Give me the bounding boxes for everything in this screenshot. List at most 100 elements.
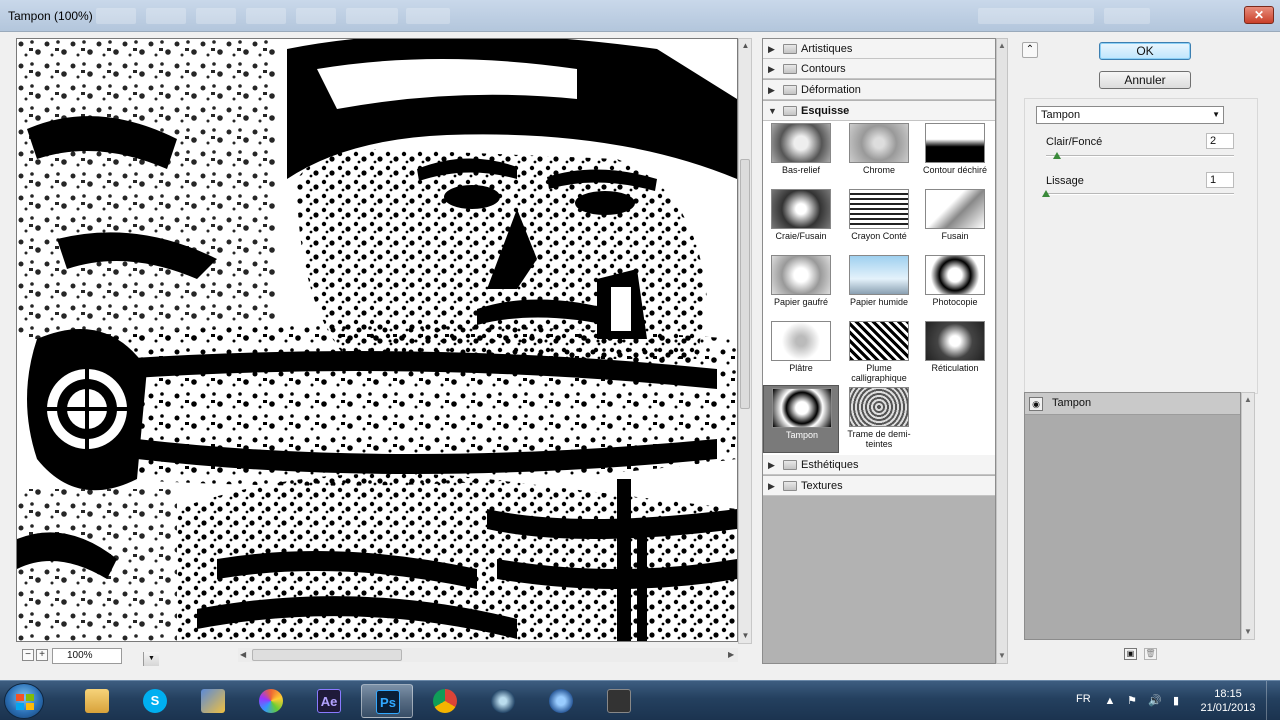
menu-ghost xyxy=(346,8,398,24)
scroll-left-arrow-icon[interactable]: ◀ xyxy=(240,650,246,659)
folder-artistiques[interactable]: ▶ Artistiques xyxy=(763,39,995,59)
filter-trame-demi-teintes[interactable]: Trame de demi-teintes xyxy=(841,385,917,451)
filter-craie-fusain[interactable]: Craie/Fusain xyxy=(763,187,839,253)
thumbnail xyxy=(849,387,909,427)
filter-tree-scrollbar[interactable]: ▲ ▼ xyxy=(996,38,1008,664)
zoom-dropdown-icon[interactable]: ▼ xyxy=(143,652,159,666)
filter-label: Contour déchiré xyxy=(922,165,988,175)
filter-photocopie[interactable]: Photocopie xyxy=(917,253,993,319)
filter-fusain[interactable]: Fusain xyxy=(917,187,993,253)
filter-reticulation[interactable]: Réticulation xyxy=(917,319,993,385)
param-input-lissage[interactable]: 1 xyxy=(1206,172,1234,188)
new-effect-layer-icon[interactable]: ▣ xyxy=(1124,648,1137,660)
filter-contour-dechire[interactable]: Contour déchiré xyxy=(917,121,993,187)
taskbar-media-player[interactable] xyxy=(477,684,529,718)
thumbnail xyxy=(849,189,909,229)
network-icon[interactable]: ▮ xyxy=(1170,695,1182,707)
filter-papier-humide[interactable]: Papier humide xyxy=(841,253,917,319)
expand-triangle-icon[interactable]: ▶ xyxy=(768,64,775,75)
folder-esquisse[interactable]: ▼ Esquisse xyxy=(763,101,995,121)
start-button[interactable] xyxy=(4,683,44,719)
clock[interactable]: 18:15 21/01/2013 xyxy=(1196,687,1260,715)
taskbar-skype[interactable]: S xyxy=(129,684,181,718)
scroll-thumb[interactable] xyxy=(740,159,750,409)
image-preview[interactable] xyxy=(16,38,738,642)
folder-icon xyxy=(783,85,797,95)
filter-thumbnails: Bas-relief Chrome Contour déchiré Craie/… xyxy=(763,121,995,469)
collapse-gallery-button[interactable]: ⌃ xyxy=(1022,42,1038,58)
thumbnail xyxy=(925,189,985,229)
collapse-triangle-icon[interactable]: ▼ xyxy=(768,106,777,116)
show-desktop-button[interactable] xyxy=(1266,681,1280,720)
slider-lissage-handle[interactable] xyxy=(1042,190,1050,197)
filter-platre[interactable]: Plâtre xyxy=(763,319,839,385)
scroll-right-arrow-icon[interactable]: ▶ xyxy=(728,650,734,659)
taskbar-photoshop[interactable]: Ps xyxy=(361,684,413,718)
cancel-button[interactable]: Annuler xyxy=(1099,71,1191,89)
scroll-up-arrow-icon[interactable]: ▲ xyxy=(741,41,750,50)
menu-ghost xyxy=(296,8,336,24)
filter-select[interactable]: Tampon ▼ xyxy=(1036,106,1224,124)
expand-triangle-icon[interactable]: ▶ xyxy=(768,481,775,492)
taskbar-settings[interactable] xyxy=(535,684,587,718)
delete-effect-layer-icon[interactable]: 🗑 xyxy=(1144,648,1157,660)
filter-bas-relief[interactable]: Bas-relief xyxy=(763,121,839,187)
picasa-icon xyxy=(259,689,283,713)
filter-label: Photocopie xyxy=(932,297,978,307)
expand-triangle-icon[interactable]: ▶ xyxy=(768,85,775,96)
taskbar-video-app[interactable] xyxy=(593,684,645,718)
taskbar-chrome[interactable] xyxy=(419,684,471,718)
scroll-down-arrow-icon[interactable]: ▼ xyxy=(998,651,1006,660)
clock-time: 18:15 xyxy=(1214,688,1242,700)
filter-papier-gaufre[interactable]: Papier gaufré xyxy=(763,253,839,319)
folder-contours[interactable]: ▶ Contours xyxy=(763,59,995,79)
folder-label: Contours xyxy=(801,63,846,75)
param-input-clair-fonce[interactable]: 2 xyxy=(1206,133,1234,149)
title-bar: Tampon (100%) ✕ xyxy=(0,0,1280,32)
folder-label: Artistiques xyxy=(801,43,853,55)
scroll-up-arrow-icon[interactable]: ▲ xyxy=(1244,395,1252,404)
scroll-down-arrow-icon[interactable]: ▼ xyxy=(1244,627,1252,636)
scroll-up-arrow-icon[interactable]: ▲ xyxy=(998,41,1006,50)
filter-tampon[interactable]: Tampon xyxy=(763,385,839,453)
preview-vertical-scrollbar[interactable]: ▲ ▼ xyxy=(738,38,752,644)
action-center-icon[interactable]: ⚑ xyxy=(1126,695,1138,707)
param-label-clair-fonce: Clair/Foncé xyxy=(1046,136,1103,148)
filter-chrome[interactable]: Chrome xyxy=(841,121,917,187)
filter-label: Craie/Fusain xyxy=(775,231,827,241)
language-indicator[interactable]: FR xyxy=(1076,693,1091,705)
slider-clair-fonce-handle[interactable] xyxy=(1053,152,1062,159)
filter-plume-calligraphique[interactable]: Plume calligraphique xyxy=(841,319,917,385)
thumbnail xyxy=(849,255,909,295)
zoom-field[interactable]: 100% ▼ xyxy=(52,648,159,666)
close-button[interactable]: ✕ xyxy=(1244,6,1274,24)
menu-ghost xyxy=(196,8,236,24)
layers-scrollbar[interactable]: ▲ ▼ xyxy=(1241,392,1255,640)
thumbnail xyxy=(771,321,831,361)
taskbar-paint[interactable] xyxy=(187,684,239,718)
slider-clair-fonce-track[interactable] xyxy=(1046,155,1234,157)
effect-layer-row[interactable]: ◉ Tampon xyxy=(1025,393,1240,415)
filter-label: Bas-relief xyxy=(781,165,820,175)
folder-deformation[interactable]: ▶ Déformation xyxy=(763,80,995,100)
scroll-down-arrow-icon[interactable]: ▼ xyxy=(741,631,750,640)
volume-icon[interactable]: 🔊 xyxy=(1148,695,1162,707)
taskbar-picasa[interactable] xyxy=(245,684,297,718)
folder-esthetiques[interactable]: ▶ Esthétiques xyxy=(763,455,995,475)
eye-icon[interactable]: ◉ xyxy=(1029,397,1043,411)
show-hidden-icons-icon[interactable]: ▲ xyxy=(1104,695,1116,707)
expand-triangle-icon[interactable]: ▶ xyxy=(768,460,775,471)
preview-horizontal-scrollbar[interactable]: ◀ ▶ xyxy=(238,648,738,662)
taskbar-after-effects[interactable]: Ae xyxy=(303,684,355,718)
zoom-out-button[interactable]: − xyxy=(22,649,34,661)
scroll-thumb[interactable] xyxy=(252,649,402,661)
filter-crayon-conte[interactable]: Crayon Conté xyxy=(841,187,917,253)
zoom-in-button[interactable]: + xyxy=(36,649,48,661)
ok-button[interactable]: OK xyxy=(1099,42,1191,60)
filter-label: Fusain xyxy=(941,231,969,241)
expand-triangle-icon[interactable]: ▶ xyxy=(768,44,775,55)
slider-lissage-track[interactable] xyxy=(1046,193,1234,195)
taskbar-explorer[interactable] xyxy=(71,684,123,718)
folder-textures[interactable]: ▶ Textures xyxy=(763,476,995,496)
settings-icon xyxy=(549,689,573,713)
